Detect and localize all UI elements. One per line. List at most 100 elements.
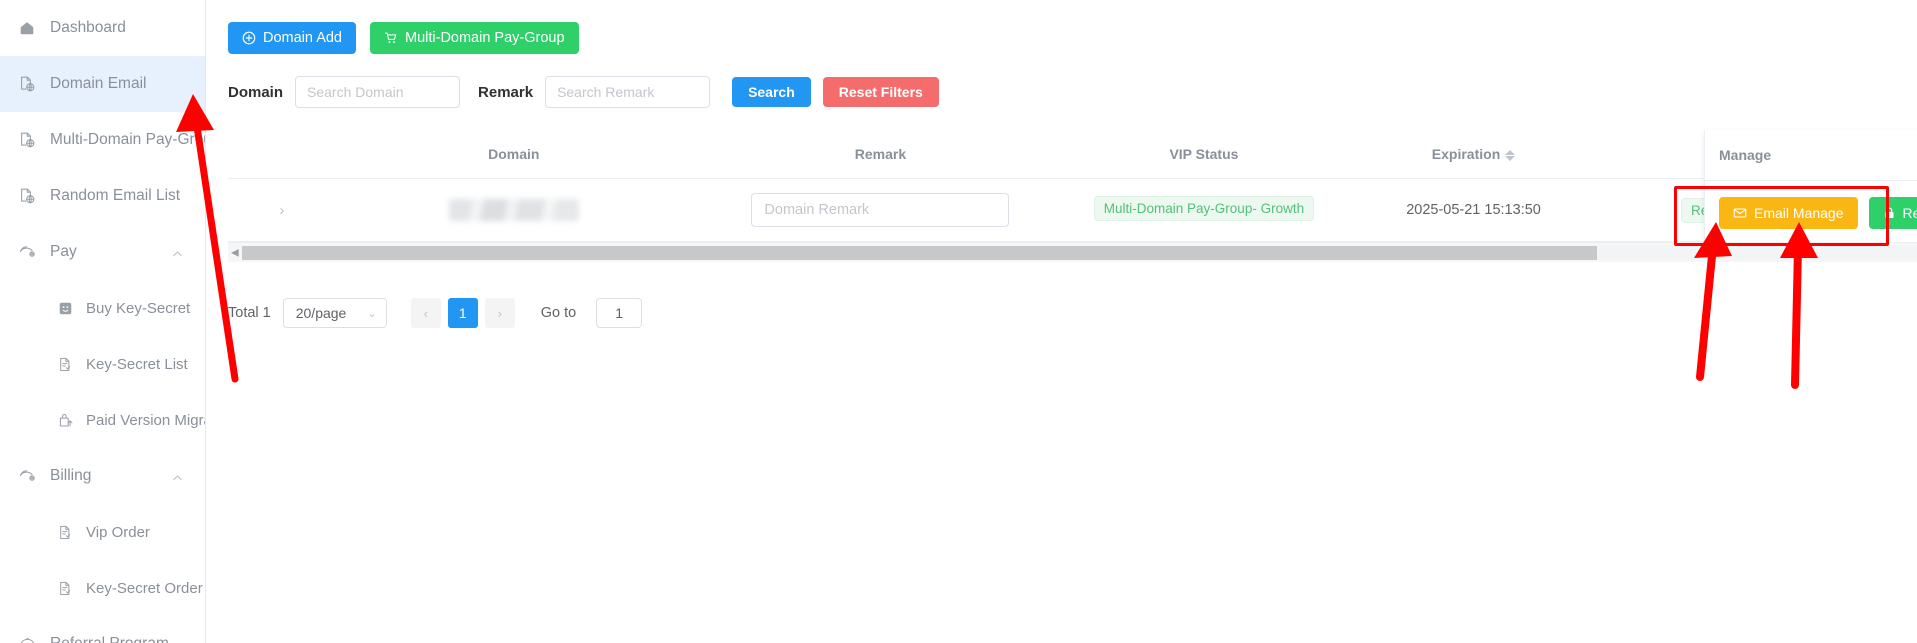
list-icon (56, 523, 74, 541)
table-row: › Multi-Domain Pay-Group- Growth 2025-05-2… (228, 178, 1878, 242)
sidebar: Dashboard Domain Email Multi-Domain Pay-Gr… (0, 0, 206, 643)
page-size-label: 20/page (295, 305, 347, 321)
sidebar-item-label: Billing (50, 467, 92, 485)
list-icon (56, 579, 74, 597)
column-header-expiration[interactable]: Expiration (1338, 130, 1609, 179)
sidebar-item-label: Domain Email (50, 75, 147, 93)
cell-domain (335, 178, 692, 242)
sidebar-item-vip-order[interactable]: Vip Order (0, 504, 205, 560)
column-header-remark: Remark (691, 130, 1070, 179)
manage-column: Manage Email ManageRenewalUpgrade (1704, 130, 1917, 254)
domain-table: DomainRemarkVIP StatusExpirationDNS ›Mul… (228, 130, 1917, 262)
prev-page-button[interactable]: ‹ (410, 298, 441, 328)
app-root: Dashboard Domain Email Multi-Domain Pay-Gr… (0, 0, 1917, 643)
search-button-label: Search (748, 84, 795, 100)
sidebar-item-label: Random Email List (50, 187, 181, 205)
page-size-select[interactable]: 20/page ⌄ (282, 298, 387, 328)
sidebar-item-pay[interactable]: Pay (0, 224, 205, 280)
row-expander-cell: › (228, 178, 336, 242)
remark-filter-label: Remark (478, 83, 534, 101)
domain-email-icon (18, 187, 36, 205)
search-remark-input[interactable] (545, 76, 711, 108)
manage-actions-cell: Email ManageRenewalUpgrade (1705, 181, 1917, 246)
sidebar-item-label: Key-Secret Order (86, 579, 203, 597)
sidebar-item-random-email-list[interactable]: Random Email List (0, 168, 205, 224)
sidebar-item-multi-domain-pay-group[interactable]: Multi-Domain Pay-Group (0, 112, 205, 168)
domain-email-icon (18, 75, 36, 93)
pagination-total: Total 1 (228, 305, 271, 321)
domain-add-label: Domain Add (263, 30, 342, 46)
next-page-button[interactable]: › (484, 298, 515, 328)
search-domain-input[interactable] (295, 76, 461, 108)
column-header-label: Remark (854, 146, 907, 162)
domain-table-grid: DomainRemarkVIP StatusExpirationDNS ›Mul… (228, 130, 1878, 242)
referral-icon (18, 635, 36, 643)
action-label: Email Manage (1754, 205, 1844, 221)
search-button[interactable]: Search (732, 77, 811, 107)
page-buttons: ‹ 1 › (410, 298, 515, 328)
domain-add-button[interactable]: Domain Add (228, 22, 356, 54)
table-header-expander (228, 130, 336, 179)
domain-remark-input[interactable] (751, 193, 1010, 227)
action-toolbar: Domain Add Multi-Domain Pay-Group (206, 0, 1917, 54)
table-body: › Multi-Domain Pay-Group- Growth 2025-05-2… (228, 178, 1878, 242)
filter-bar: Domain Remark Search Reset Filters (206, 54, 1917, 108)
table-header-row: DomainRemarkVIP StatusExpirationDNS (228, 130, 1878, 179)
sidebar-item-label: Paid Version Migration (86, 411, 205, 429)
reset-filters-label: Reset Filters (838, 84, 923, 100)
column-header-domain: Domain (335, 130, 692, 179)
cart-icon (384, 31, 398, 45)
column-header-label: VIP Status (1169, 146, 1239, 162)
sidebar-item-label: Vip Order (86, 523, 150, 541)
buy-key-icon (56, 299, 74, 317)
horizontal-scrollbar[interactable]: ◀ ▶ (228, 242, 1917, 262)
column-header-label: Domain (488, 146, 540, 162)
sidebar-item-dashboard[interactable]: Dashboard (0, 0, 205, 56)
sidebar-item-billing[interactable]: Billing (0, 448, 205, 504)
domain-filter-label: Domain (228, 83, 284, 101)
page-number-1[interactable]: 1 (447, 298, 478, 328)
manage-column-header: Manage (1705, 130, 1917, 181)
sidebar-nav-list: Dashboard Domain Email Multi-Domain Pay-Gr… (0, 0, 205, 643)
column-header-vip_status: VIP Status (1069, 130, 1339, 179)
cell-vip-status: Multi-Domain Pay-Group- Growth (1069, 178, 1339, 242)
sidebar-item-referral-program[interactable]: Referral Program (0, 616, 205, 643)
table-head: DomainRemarkVIP StatusExpirationDNS (228, 130, 1878, 179)
chevron-down-icon: ⌄ (367, 307, 377, 320)
pay-icon (18, 467, 36, 485)
multi-domain-pay-group-label: Multi-Domain Pay-Group (405, 30, 565, 46)
migration-icon (56, 411, 74, 429)
multi-domain-pay-group-button[interactable]: Multi-Domain Pay-Group (370, 22, 579, 54)
sidebar-item-label: Key-Secret List (86, 355, 188, 373)
sidebar-item-paid-version-migration[interactable]: Paid Version Migration (0, 392, 205, 448)
sidebar-item-key-secret-order[interactable]: Key-Secret Order (0, 560, 205, 616)
chevron-up-icon (172, 471, 183, 482)
cell-remark (691, 178, 1070, 242)
reset-filters-button[interactable]: Reset Filters (822, 77, 939, 107)
plus-circle-icon (242, 31, 256, 45)
scroll-left-arrow-icon[interactable]: ◀ (231, 247, 239, 258)
email-manage-button[interactable]: Email Manage (1719, 197, 1858, 229)
cell-expiration: 2025-05-21 15:13:50 (1338, 178, 1609, 242)
chevron-up-icon (172, 247, 183, 258)
domain-email-icon (18, 131, 36, 149)
scrollbar-thumb[interactable] (242, 246, 1597, 260)
home-icon (18, 19, 36, 37)
sidebar-item-label: Multi-Domain Pay-Group (50, 131, 206, 149)
sidebar-item-key-secret-list[interactable]: Key-Secret List (0, 336, 205, 392)
sidebar-item-label: Pay (50, 243, 77, 261)
domain-value-redacted (448, 199, 579, 221)
pagination: Total 1 20/page ⌄ ‹ 1 › Go to (228, 298, 1917, 328)
sidebar-item-label: Referral Program (50, 636, 169, 643)
sidebar-item-buy-key-secret[interactable]: Buy Key-Secret (0, 280, 205, 336)
action-label: Renewal (1902, 205, 1917, 221)
list-icon (56, 355, 74, 373)
pay-icon (18, 243, 36, 261)
goto-page-input[interactable] (596, 298, 643, 328)
renewal-button[interactable]: Renewal (1868, 197, 1917, 229)
sort-toggle-icon[interactable] (1505, 149, 1516, 161)
sidebar-item-domain-email[interactable]: Domain Email (0, 56, 205, 112)
expand-row-icon[interactable]: › (279, 202, 284, 219)
sidebar-item-label: Buy Key-Secret (86, 299, 191, 317)
column-header-label: Expiration (1431, 146, 1501, 162)
